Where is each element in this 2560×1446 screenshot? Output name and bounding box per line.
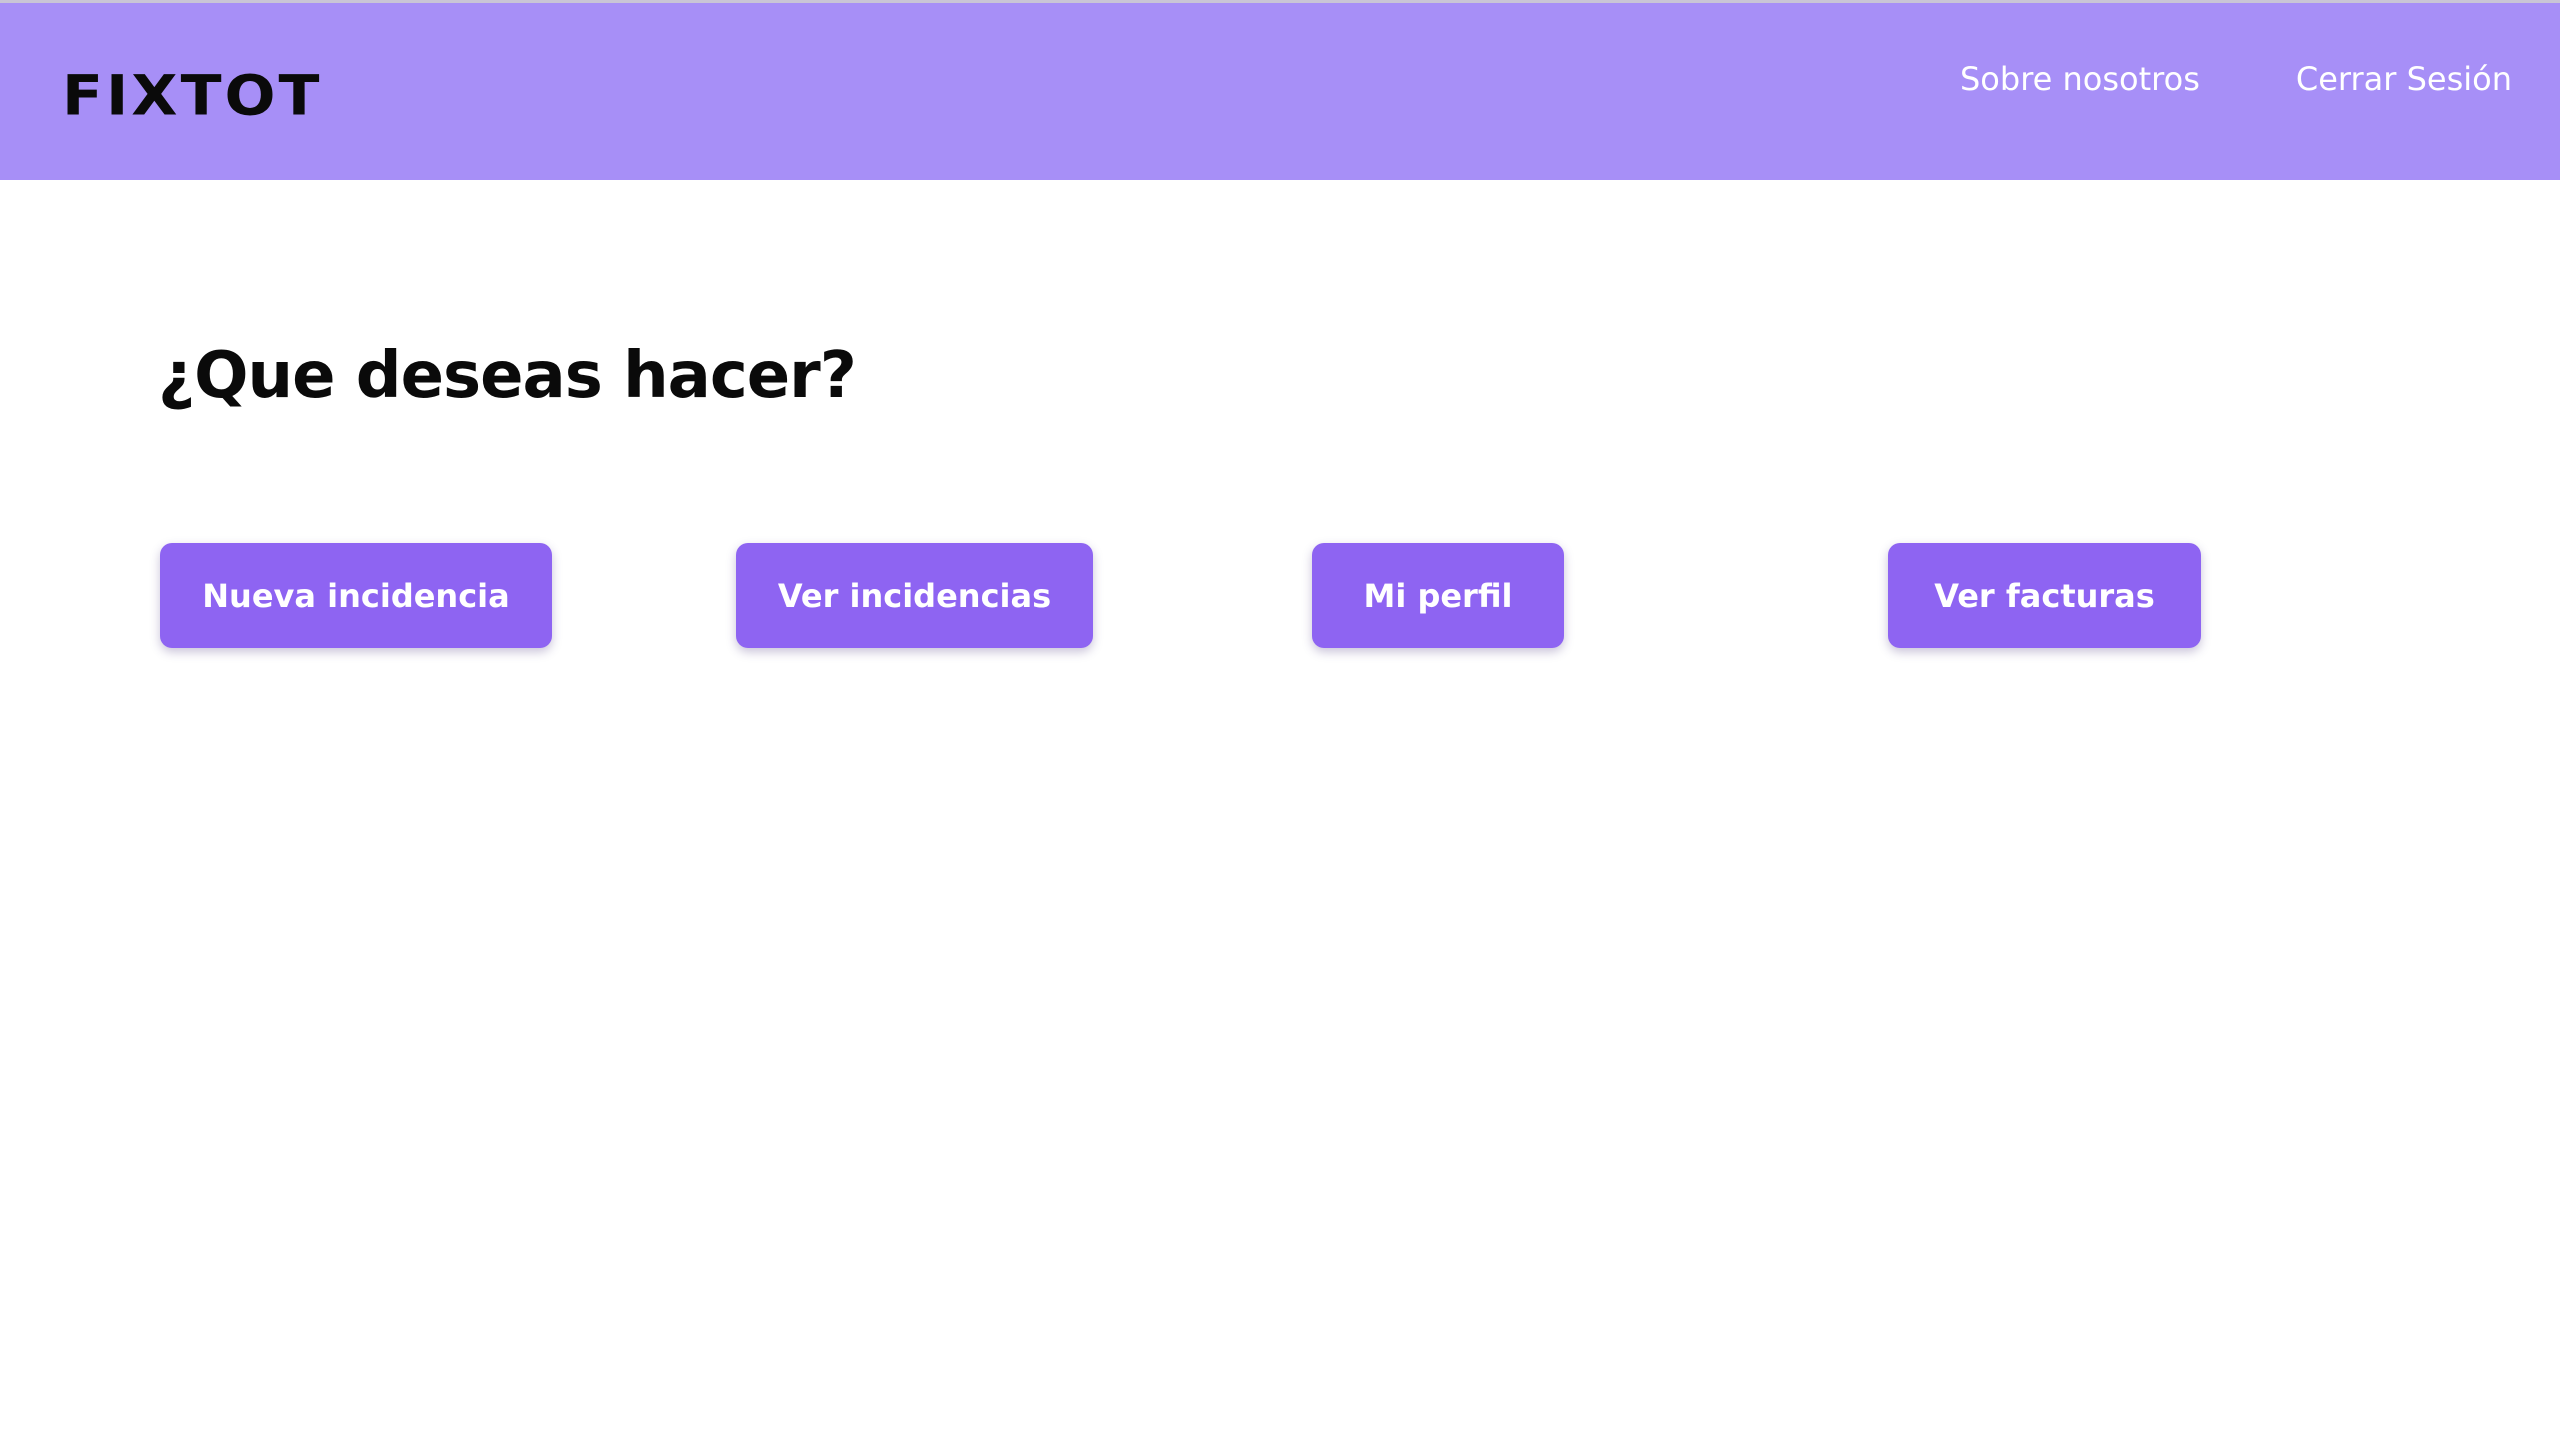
nav-link-about[interactable]: Sobre nosotros (1960, 55, 2200, 103)
page: FIXTOT Sobre nosotros Cerrar Sesión ¿Que… (0, 0, 2560, 1446)
brand-logo[interactable]: FIXTOT (62, 64, 322, 128)
top-header: FIXTOT Sobre nosotros Cerrar Sesión (0, 0, 2560, 180)
header-nav: Sobre nosotros Cerrar Sesión (1960, 55, 2512, 103)
my-profile-button[interactable]: Mi perfil (1312, 543, 1564, 648)
view-incidents-button[interactable]: Ver incidencias (736, 543, 1093, 648)
new-incident-button[interactable]: Nueva incidencia (160, 543, 552, 648)
view-invoices-button[interactable]: Ver facturas (1888, 543, 2201, 648)
page-title: ¿Que deseas hacer? (158, 339, 857, 413)
nav-link-logout[interactable]: Cerrar Sesión (2296, 55, 2512, 103)
